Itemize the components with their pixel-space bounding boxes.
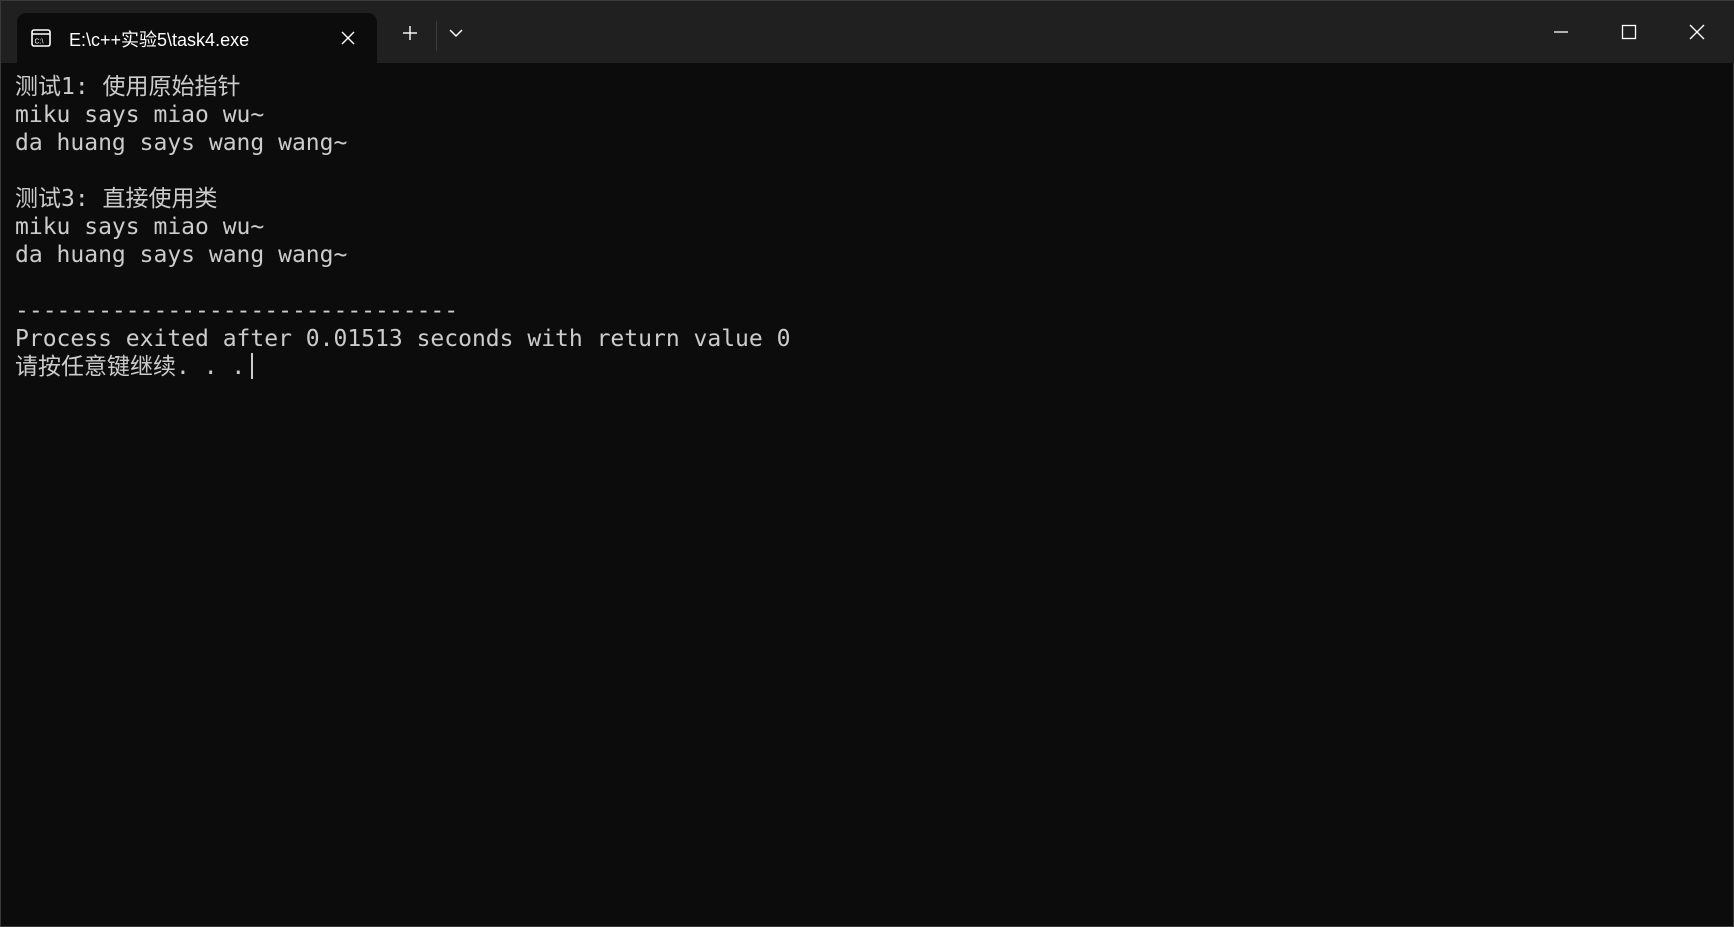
tab-title: E:\c++实验5\task4.exe — [69, 30, 250, 50]
console-line: Process exited after 0.01513 seconds wit… — [15, 326, 791, 352]
svg-text:C:\: C:\ — [35, 39, 44, 46]
title-bar[interactable]: C:\ E:\c++实验5\task4.exe — [1, 1, 1734, 63]
console-line: miku says miao wu~ — [15, 102, 265, 128]
maximize-icon[interactable] — [1595, 1, 1663, 63]
console-line: -------------------------------- — [15, 298, 459, 324]
text-cursor — [251, 353, 254, 379]
console-line: 测试3: 直接使用类 — [15, 186, 218, 212]
terminal-window: C:\ E:\c++实验5\task4.exe 测试1: 使用原始指针 miku… — [0, 0, 1734, 927]
chevron-down-icon[interactable] — [443, 18, 469, 48]
console-line: miku says miao wu~ — [15, 214, 265, 240]
plus-icon[interactable] — [395, 18, 425, 48]
console-output[interactable]: 测试1: 使用原始指针 miku says miao wu~ da huang … — [15, 73, 1715, 913]
close-tab-icon[interactable] — [333, 23, 363, 53]
console-app-icon: C:\ — [31, 28, 51, 48]
close-icon[interactable] — [1663, 1, 1731, 63]
minimize-icon[interactable] — [1527, 1, 1595, 63]
console-line: da huang says wang wang~ — [15, 242, 348, 268]
prompt-text: 请按任意键继续. . . — [15, 354, 246, 380]
console-line: da huang says wang wang~ — [15, 130, 348, 156]
prompt-line: 请按任意键继续. . . — [15, 353, 1715, 381]
tab-separator — [436, 21, 437, 51]
tab-active[interactable]: C:\ E:\c++实验5\task4.exe — [17, 13, 377, 63]
console-line: 测试1: 使用原始指针 — [15, 74, 241, 100]
